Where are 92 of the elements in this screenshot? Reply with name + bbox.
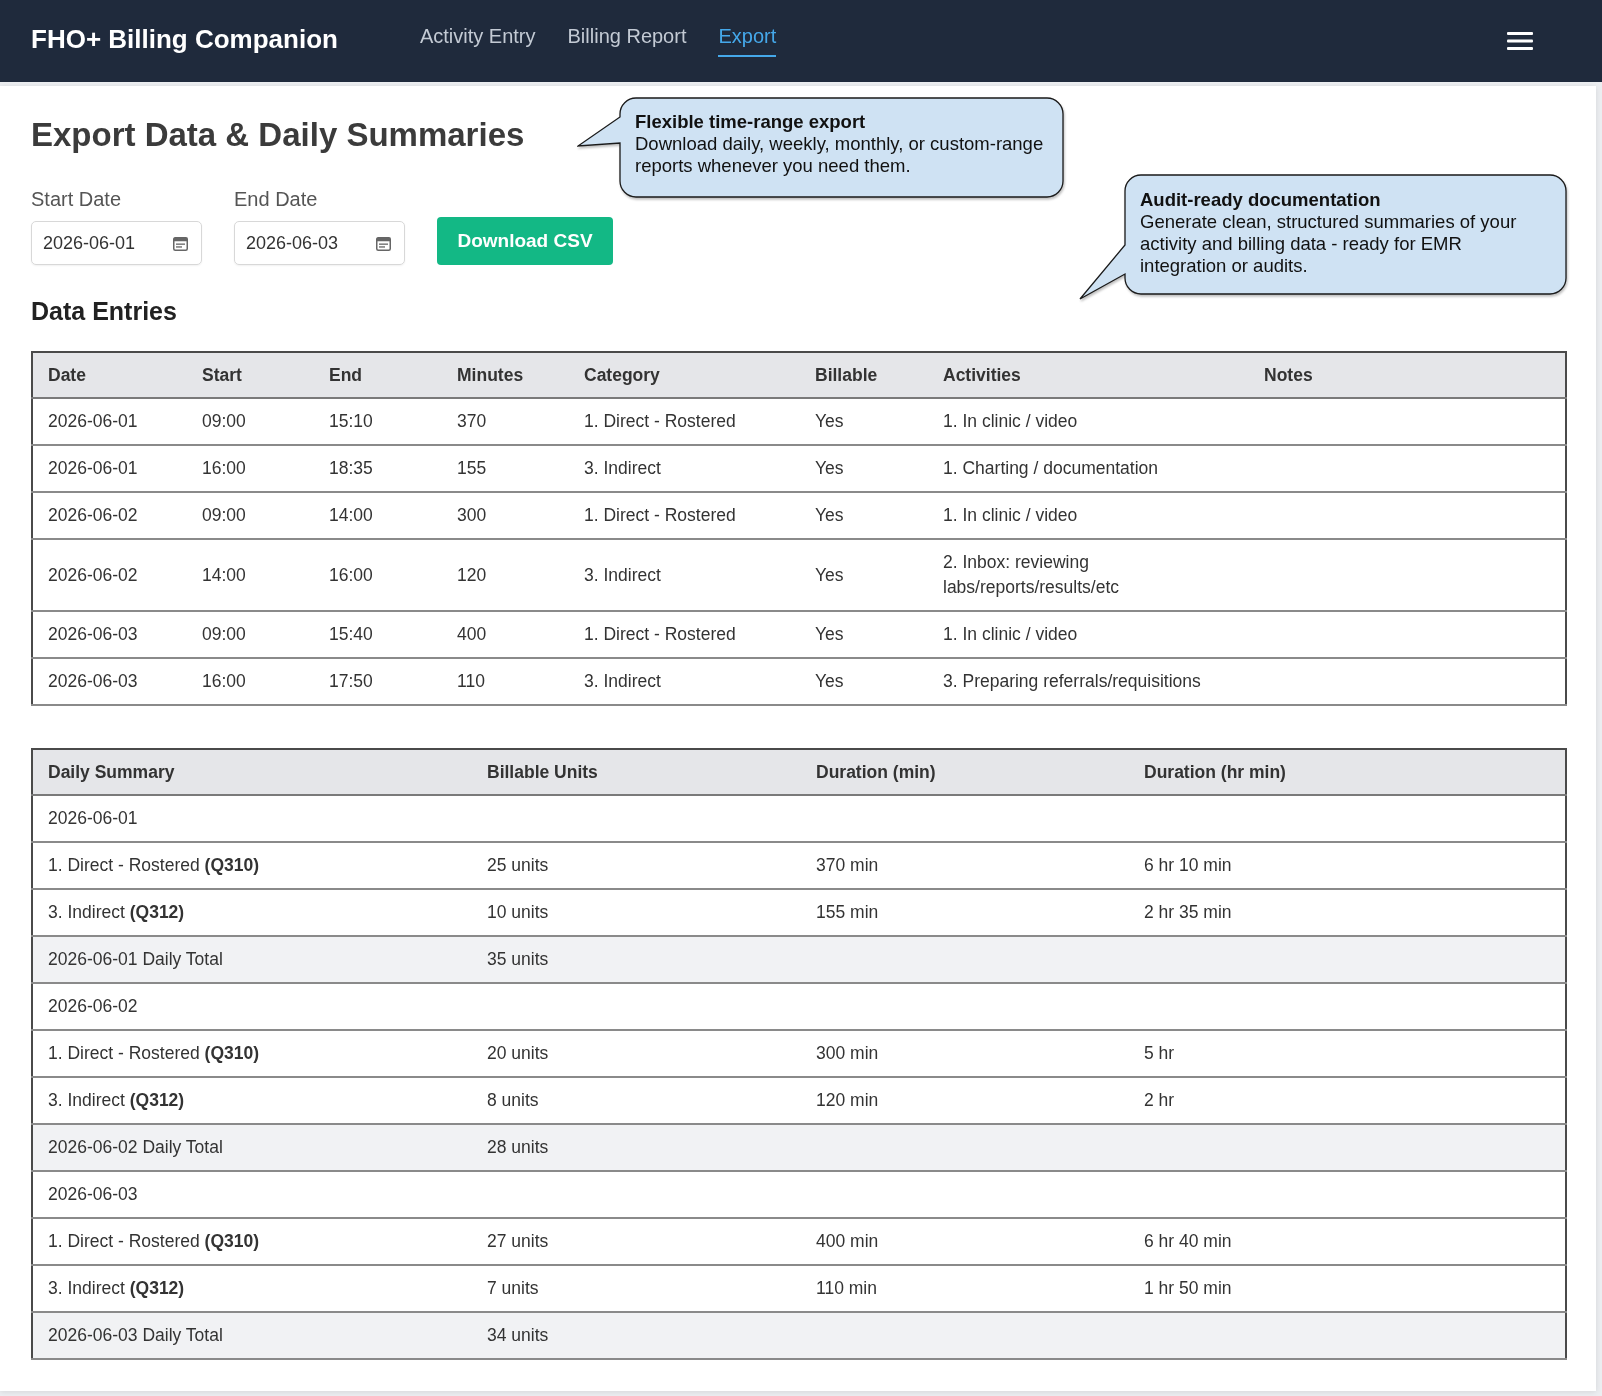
table-cell: Yes [800, 398, 928, 445]
column-header: Duration (min) [801, 749, 1129, 795]
table-cell: Yes [800, 539, 928, 611]
nav-link[interactable]: Activity Entry [419, 25, 536, 57]
table-cell: 2026-06-03 [32, 1171, 472, 1218]
table-cell: 1. Direct - Rostered (Q310) [32, 842, 472, 889]
table-cell: 1. Direct - Rostered (Q310) [32, 1030, 472, 1077]
table-cell: 28 units [472, 1124, 801, 1171]
column-header: Billable [800, 352, 928, 398]
table-cell: 5 hr [1129, 1030, 1566, 1077]
table-cell: 09:00 [187, 492, 314, 539]
table-cell: 3. Indirect [569, 539, 800, 611]
table-cell: 20 units [472, 1030, 801, 1077]
callout-title: Flexible time-range export [635, 111, 867, 133]
table-cell: 3. Indirect [569, 445, 800, 492]
table-cell: Yes [800, 492, 928, 539]
callout-title: Audit-ready documentation [1140, 189, 1382, 211]
table-cell: 27 units [472, 1218, 801, 1265]
section-title: Data Entries [31, 297, 177, 326]
column-header: Daily Summary [32, 749, 472, 795]
table-cell: 400 [442, 611, 569, 658]
table-cell: 2026-06-02 Daily Total [32, 1124, 472, 1171]
table-cell: Yes [800, 445, 928, 492]
table-cell: 370 [442, 398, 569, 445]
table-cell: 2026-06-01 [32, 795, 472, 842]
callout-text: Download daily, weekly, monthly, or custom-range reports whenever you need them. [635, 133, 1045, 177]
table-cell: 1. Direct - Rostered [569, 611, 800, 658]
table-cell: 400 min [801, 1218, 1129, 1265]
table-cell: 2026-06-02 [32, 983, 472, 1030]
table-cell: 1. Charting / documentation [928, 445, 1249, 492]
menu-icon[interactable] [1507, 32, 1533, 50]
table-cell: 2026-06-01 [32, 398, 187, 445]
table-cell: 18:35 [314, 445, 442, 492]
table-cell: 6 hr 10 min [1129, 842, 1566, 889]
table-cell: 120 [442, 539, 569, 611]
table-cell: 2026-06-03 [32, 611, 187, 658]
table-cell: 1. Direct - Rostered [569, 398, 800, 445]
column-header: Minutes [442, 352, 569, 398]
table-cell: 300 [442, 492, 569, 539]
table-cell: 16:00 [314, 539, 442, 611]
table-cell: 09:00 [187, 611, 314, 658]
table-cell: 1. In clinic / video [928, 611, 1249, 658]
calendar-icon[interactable] [173, 235, 188, 251]
column-header: Category [569, 352, 800, 398]
table-cell: Yes [800, 658, 928, 705]
date-input[interactable]: 2026-06-01 [31, 221, 202, 265]
table-cell: 14:00 [187, 539, 314, 611]
table-cell: 14:00 [314, 492, 442, 539]
table-cell: 2026-06-01 Daily Total [32, 936, 472, 983]
column-header: Activities [928, 352, 1249, 398]
date-input[interactable]: 2026-06-03 [234, 221, 405, 265]
table-cell: 2026-06-03 Daily Total [32, 1312, 472, 1359]
table-cell: 25 units [472, 842, 801, 889]
table-cell: 1. Direct - Rostered (Q310) [32, 1218, 472, 1265]
table-cell: Yes [800, 611, 928, 658]
callout-text: Generate clean, structured summaries of your activity and billing data - ready for EMR integration or audits. [1140, 211, 1518, 277]
table-cell: 1. Direct - Rostered [569, 492, 800, 539]
nav-link[interactable]: Billing Report [567, 25, 687, 57]
page-title: Export Data & Daily Summaries [31, 116, 525, 154]
table-cell: 35 units [472, 936, 801, 983]
table-cell: 6 hr 40 min [1129, 1218, 1566, 1265]
calendar-icon[interactable] [376, 235, 391, 251]
table-cell: 3. Indirect [569, 658, 800, 705]
column-header: Notes [1249, 352, 1566, 398]
field-label: End Date [234, 188, 319, 210]
table-cell: 1. In clinic / video [928, 492, 1249, 539]
table-cell: 2026-06-03 [32, 658, 187, 705]
column-header: Duration (hr min) [1129, 749, 1566, 795]
table-cell: 300 min [801, 1030, 1129, 1077]
table-cell: 3. Preparing referrals/requisitions [928, 658, 1249, 705]
column-header: Date [32, 352, 187, 398]
app-title: FHO+ Billing Companion [31, 24, 338, 54]
table-cell: 2. Inbox: reviewing labs/reports/results/etc [928, 539, 1249, 611]
table-cell: 110 [442, 658, 569, 705]
table-cell: 15:40 [314, 611, 442, 658]
table-cell: 1. In clinic / video [928, 398, 1249, 445]
table-cell: 2026-06-02 [32, 492, 187, 539]
table-cell: 155 [442, 445, 569, 492]
table-cell: 2026-06-01 [32, 445, 187, 492]
table-cell: 34 units [472, 1312, 801, 1359]
table-cell: 370 min [801, 842, 1129, 889]
field-label: Start Date [31, 188, 123, 210]
table-cell: 17:50 [314, 658, 442, 705]
column-header: Billable Units [472, 749, 801, 795]
column-header: End [314, 352, 442, 398]
column-header: Start [187, 352, 314, 398]
table-cell: 16:00 [187, 658, 314, 705]
nav-link[interactable]: Export [718, 25, 777, 57]
table-cell: 2026-06-02 [32, 539, 187, 611]
table-cell: 16:00 [187, 445, 314, 492]
table-cell: 15:10 [314, 398, 442, 445]
table-cell: 09:00 [187, 398, 314, 445]
